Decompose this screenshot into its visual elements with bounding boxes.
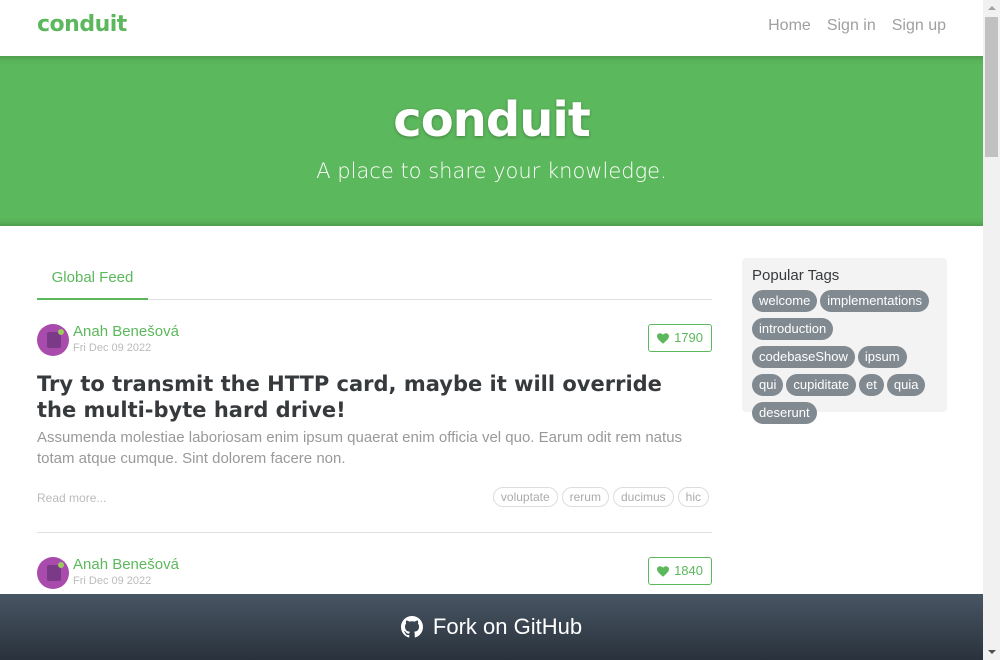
favorite-count: 1840 bbox=[674, 563, 703, 578]
banner-subtitle: A place to share your knowledge. bbox=[316, 159, 667, 183]
author-avatar[interactable] bbox=[37, 324, 69, 356]
article-description: Assumenda molestiae laboriosam enim ipsu… bbox=[37, 429, 683, 467]
scrollbar-thumb[interactable] bbox=[985, 17, 998, 157]
feed-tabs: Global Feed bbox=[37, 262, 712, 300]
scroll-down-arrow-icon[interactable] bbox=[983, 643, 1000, 660]
fork-label: Fork on GitHub bbox=[432, 614, 583, 639]
tag-pill[interactable]: introduction bbox=[752, 318, 834, 340]
tag-pill[interactable]: deserunt bbox=[752, 402, 817, 424]
tag-pill[interactable]: ipsum bbox=[857, 346, 907, 368]
scroll-up-arrow-icon[interactable] bbox=[983, 0, 1000, 17]
nav-links: Home Sign in Sign up bbox=[768, 17, 946, 35]
article-title[interactable]: Try to transmit the HTTP card, maybe it … bbox=[37, 371, 697, 423]
article-tag[interactable]: hic bbox=[677, 487, 709, 507]
tag-pill[interactable]: cupiditate bbox=[786, 374, 857, 396]
tag-pill[interactable]: et bbox=[859, 374, 884, 396]
fork-on-github-banner[interactable]: Fork on GitHub bbox=[0, 594, 983, 660]
feed-column: Global Feed Anah Benešová Fri Dec 09 202… bbox=[37, 262, 712, 613]
tag-cloud: welcome implementations introduction cod… bbox=[752, 290, 937, 424]
favorite-button[interactable]: 1840 bbox=[648, 557, 712, 585]
nav-link-sign-up[interactable]: Sign up bbox=[892, 17, 946, 35]
favorite-button[interactable]: 1790 bbox=[648, 324, 712, 352]
author-avatar[interactable] bbox=[37, 557, 69, 589]
tag-pill[interactable]: quia bbox=[886, 374, 926, 396]
article-tag-list: voluptate rerum ducimus hic bbox=[492, 487, 709, 507]
tag-pill[interactable]: implementations bbox=[820, 290, 929, 312]
tag-pill[interactable]: qui bbox=[752, 374, 784, 396]
popular-tags-sidebar: Popular Tags welcome implementations int… bbox=[742, 258, 947, 424]
favorite-count: 1790 bbox=[674, 330, 703, 345]
read-more-link[interactable]: Read more... bbox=[37, 491, 106, 505]
navbar: conduit Home Sign in Sign up bbox=[0, 0, 983, 56]
author-name[interactable]: Anah Benešová bbox=[73, 323, 179, 340]
sidebar-title: Popular Tags bbox=[752, 267, 840, 284]
brand-logo[interactable]: conduit bbox=[37, 12, 127, 37]
heart-icon bbox=[657, 332, 670, 344]
article-date: Fri Dec 09 2022 bbox=[73, 575, 152, 587]
article-date: Fri Dec 09 2022 bbox=[73, 342, 152, 354]
tag-pill[interactable]: codebaseShow bbox=[752, 346, 855, 368]
hero-banner: conduit A place to share your knowledge. bbox=[0, 56, 983, 226]
page-scrollbar[interactable] bbox=[983, 0, 1000, 660]
tab-global-feed[interactable]: Global Feed bbox=[37, 261, 148, 300]
article-tag[interactable]: voluptate bbox=[492, 487, 558, 507]
github-icon bbox=[400, 616, 423, 638]
banner-title: conduit bbox=[393, 92, 591, 148]
heart-icon bbox=[657, 565, 670, 577]
article-tag[interactable]: rerum bbox=[561, 487, 609, 507]
author-name[interactable]: Anah Benešová bbox=[73, 556, 179, 573]
article-preview: Anah Benešová Fri Dec 09 2022 1790 Try t… bbox=[37, 300, 712, 533]
nav-link-sign-in[interactable]: Sign in bbox=[827, 17, 876, 35]
page: conduit Home Sign in Sign up conduit A p… bbox=[0, 0, 983, 660]
tag-pill[interactable]: welcome bbox=[752, 290, 818, 312]
article-tag[interactable]: ducimus bbox=[612, 487, 674, 507]
nav-link-home[interactable]: Home bbox=[768, 17, 811, 35]
